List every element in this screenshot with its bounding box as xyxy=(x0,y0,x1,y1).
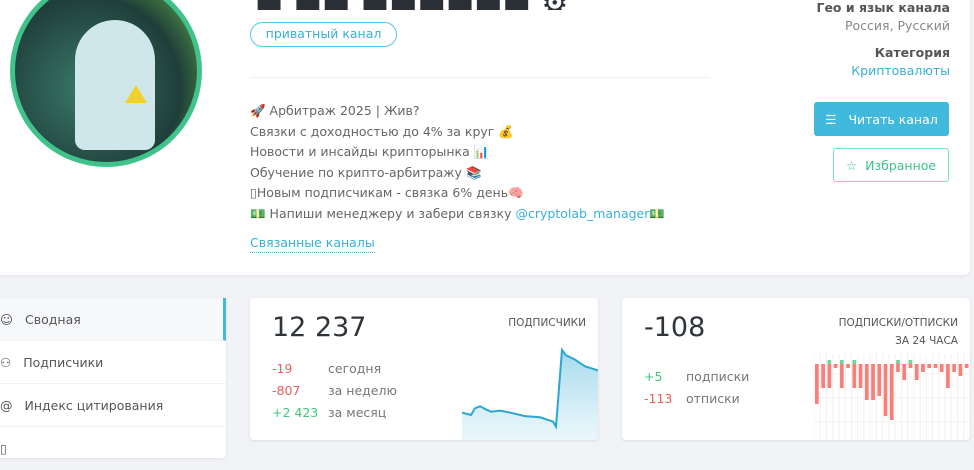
subs-value: +5 xyxy=(644,369,663,384)
channel-description: 🚀 Арбитраж 2025 | Жив? Связки с доходнос… xyxy=(250,103,665,221)
subscribers-chart xyxy=(462,347,598,440)
desc-line: Новым подписчикам - связка 6% день xyxy=(256,185,509,200)
sub-bar xyxy=(852,360,857,364)
daily-chart xyxy=(814,354,970,440)
desc-line: Обучение по крипто-арбитражу xyxy=(250,164,462,180)
daily-total: -108 xyxy=(644,312,706,343)
manager-link[interactable]: @cryptolab_manager xyxy=(515,206,649,221)
sidebar-item-next[interactable]: ▯ xyxy=(0,427,226,470)
doc-icon: ▯ xyxy=(0,440,7,456)
label: Индекс цитирования xyxy=(24,397,164,413)
unsub-bar xyxy=(839,364,844,388)
label: Сводная xyxy=(25,311,81,327)
unsub-bar xyxy=(852,364,857,388)
unsub-bar xyxy=(939,364,944,372)
category-value[interactable]: Криптовалюты xyxy=(816,63,950,78)
today-value: -19 xyxy=(272,361,293,376)
daily-label-1: ПОДПИСКИ/ОТПИСКИ xyxy=(838,317,958,329)
desc-line: Напиши менеджеру и забери связку xyxy=(269,205,516,221)
star-icon: ☆ xyxy=(845,157,858,173)
desc-line: Арбитраж 2025 | Жив? xyxy=(269,103,420,118)
divider xyxy=(250,77,710,78)
unsub-bar xyxy=(864,364,869,400)
unsub-bar xyxy=(914,364,919,380)
geo-value: Россия, Русский xyxy=(845,18,950,33)
subs-label: подписки xyxy=(686,369,750,384)
unsubs-label: отписки xyxy=(686,391,740,406)
unsub-bar xyxy=(964,364,969,368)
unsubs-value: -113 xyxy=(644,391,673,406)
unsub-bar xyxy=(889,364,894,420)
unsub-bar xyxy=(877,364,882,396)
list-icon: ☰ xyxy=(825,111,837,127)
sidebar-item-summary[interactable]: ☺ Сводная xyxy=(0,298,226,341)
subscribers-card: 12 237 ПОДПИСЧИКИ -19 сегодня -807 за неде… xyxy=(250,298,598,440)
unsub-bar xyxy=(958,364,963,376)
favorite-button[interactable]: ☆ Избранное xyxy=(833,148,949,182)
sidebar-item-subscribers[interactable]: ⚇ Подписчики xyxy=(0,341,226,384)
channel-title: ▬ ▬▬ ▬▬▬▬▬▬ ⚙ xyxy=(255,0,585,10)
unsub-bar xyxy=(902,364,907,380)
unsub-bar xyxy=(833,364,838,368)
label: Подписчики xyxy=(23,354,104,370)
sidebar: ☺ Сводная ⚇ Подписчики @ Индекс цитирования… xyxy=(0,298,226,470)
sidebar-item-citation[interactable]: @ Индекс цитирования xyxy=(0,384,226,427)
unsub-bar xyxy=(927,364,932,368)
unsub-bar xyxy=(827,364,832,388)
daily-label-2: ЗА 24 ЧАСА xyxy=(895,335,958,347)
unsub-bar xyxy=(908,364,913,368)
month-label: за месяц xyxy=(328,405,387,420)
unsub-bar xyxy=(871,364,875,400)
area-fill xyxy=(462,349,598,440)
category-label: Категория xyxy=(874,45,950,60)
geo-meta: Гео и язык канала Россия, Русский Катего… xyxy=(816,0,950,78)
geo-label: Гео и язык канала xyxy=(816,0,950,15)
users-icon: ⚇ xyxy=(0,354,12,370)
subscribers-total: 12 237 xyxy=(272,312,367,343)
unsub-bar xyxy=(815,364,819,404)
unsub-bar xyxy=(921,364,925,372)
unsub-bar xyxy=(952,364,957,372)
read-label: Читать канал xyxy=(848,111,938,127)
daily-label: ПОДПИСКИ/ОТПИСКИ ЗА 24 ЧАСА xyxy=(839,314,958,350)
subscribers-label: ПОДПИСЧИКИ xyxy=(508,317,586,329)
favorite-label: Избранное xyxy=(865,157,937,173)
dashboard-icon: ☺ xyxy=(0,311,14,327)
week-value: -807 xyxy=(272,383,301,398)
sub-bar xyxy=(839,360,844,364)
month-value: +2 423 xyxy=(272,405,319,420)
unsub-bar xyxy=(858,364,863,388)
related-channels-link[interactable]: Связанные каналы xyxy=(250,235,375,253)
today-label: сегодня xyxy=(328,361,382,376)
desc-line: Новости и инсайды крипторынка xyxy=(250,144,470,159)
unsub-bar xyxy=(946,364,950,388)
desc-line: Связки с доходностью до 4% за круг xyxy=(250,123,495,139)
read-channel-button[interactable]: ☰ Читать канал xyxy=(814,102,949,136)
unsub-bar xyxy=(933,364,938,368)
unsub-bar xyxy=(883,364,888,416)
unsub-bar xyxy=(821,364,825,388)
daily-card: -108 ПОДПИСКИ/ОТПИСКИ ЗА 24 ЧАСА +5 подпис… xyxy=(622,298,970,440)
unsub-bar xyxy=(896,364,900,372)
sub-bar xyxy=(908,360,913,364)
sub-bar xyxy=(896,360,900,364)
week-label: за неделю xyxy=(328,383,397,398)
unsub-bar xyxy=(846,364,850,368)
at-icon: @ xyxy=(0,397,13,413)
sub-bar xyxy=(827,360,832,364)
private-channel-badge: приватный канал xyxy=(250,22,397,47)
